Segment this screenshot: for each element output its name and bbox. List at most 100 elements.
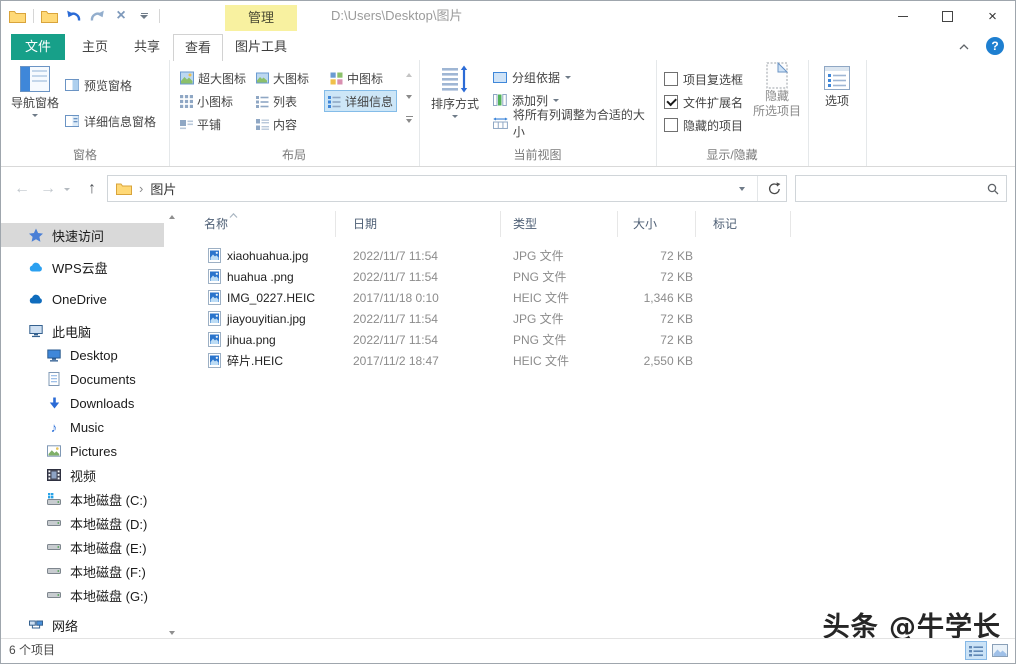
layout-tiles[interactable]: 平铺 <box>177 114 224 134</box>
navigation-pane-button[interactable]: 导航窗格 <box>7 66 63 117</box>
scroll-down-icon[interactable] <box>169 631 175 635</box>
back-arrow-icon[interactable]: ← <box>11 176 33 202</box>
details-pane-button[interactable]: 详细信息窗格 <box>65 112 156 130</box>
sidebar-item-drive-f[interactable]: 本地磁盘 (F:) <box>1 559 164 583</box>
file-row[interactable]: 碎片.HEIC 2017/11/2 18:47 HEIC 文件 2,550 KB <box>179 350 1015 371</box>
file-name-extensions-checkbox[interactable]: 文件扩展名 <box>664 93 743 111</box>
preview-pane-button[interactable]: 预览窗格 <box>65 76 132 94</box>
sidebar-scrollbar[interactable] <box>166 215 178 635</box>
sidebar-item-drive-g[interactable]: 本地磁盘 (G:) <box>1 583 164 607</box>
file-row[interactable]: xiaohuahua.jpg 2022/11/7 11:54 JPG 文件 72… <box>179 245 1015 266</box>
options-button[interactable]: 选项 <box>816 66 858 109</box>
minimize-button[interactable] <box>880 1 925 31</box>
details-pane-icon <box>65 115 79 127</box>
file-row[interactable]: jihua.png 2022/11/7 11:54 PNG 文件 72 KB <box>179 329 1015 350</box>
undo-icon[interactable] <box>65 7 82 25</box>
refresh-icon[interactable] <box>762 182 786 195</box>
sidebar-item-videos[interactable]: 视频 <box>1 463 164 487</box>
close-button[interactable]: × <box>970 1 1015 31</box>
redo-icon[interactable] <box>89 7 106 25</box>
sidebar-item-drive-e[interactable]: 本地磁盘 (E:) <box>1 535 164 559</box>
sidebar-item-onedrive[interactable]: OneDrive <box>1 287 164 311</box>
maximize-icon <box>942 11 953 22</box>
column-header-name[interactable]: 名称 <box>179 211 336 237</box>
file-row[interactable]: jiayouyitian.jpg 2022/11/7 11:54 JPG 文件 … <box>179 308 1015 329</box>
up-arrow-icon[interactable]: ↑ <box>81 176 103 202</box>
sidebar-item-quick-access[interactable]: 快速访问 <box>1 223 164 247</box>
layout-small-icons[interactable]: 小图标 <box>177 91 236 111</box>
window-title-path: D:\Users\Desktop\图片 <box>331 1 462 31</box>
picture-icon <box>47 444 61 458</box>
group-by-button[interactable]: 分组依据 <box>493 68 571 86</box>
scroll-up-icon[interactable] <box>169 215 175 219</box>
sidebar-item-desktop[interactable]: Desktop <box>1 343 164 367</box>
item-check-boxes-checkbox[interactable]: 项目复选框 <box>664 70 743 88</box>
details-view-toggle-icon[interactable] <box>965 641 987 660</box>
layout-option-label: 大图标 <box>273 70 309 87</box>
group-label-panes: 窗格 <box>1 146 169 163</box>
search-icon[interactable] <box>987 183 999 195</box>
search-input[interactable] <box>802 177 980 200</box>
column-header-tags[interactable]: 标记 <box>696 211 791 237</box>
tab-picture-tools[interactable]: 图片工具 <box>225 34 297 60</box>
layout-large-icons[interactable]: 大图标 <box>253 68 312 88</box>
sidebar-item-network[interactable]: 网络 <box>1 613 164 637</box>
layout-more-button[interactable] <box>403 112 415 126</box>
tab-share[interactable]: 共享 <box>123 34 171 60</box>
sidebar-item-wps-cloud[interactable]: WPS云盘 <box>1 255 164 279</box>
address-dropdown-icon[interactable] <box>731 187 753 191</box>
sidebar-item-drive-d[interactable]: 本地磁盘 (D:) <box>1 511 164 535</box>
tiles-icon <box>180 118 193 131</box>
file-row[interactable]: IMG_0227.HEIC 2017/11/18 0:10 HEIC 文件 1,… <box>179 287 1015 308</box>
layout-content[interactable]: 内容 <box>253 114 300 134</box>
layout-details-selected[interactable]: 详细信息 <box>324 90 397 112</box>
layout-scroll-up-button[interactable] <box>403 68 415 82</box>
video-icon <box>47 468 61 482</box>
delete-icon[interactable]: × <box>113 7 129 25</box>
sort-by-button[interactable]: 排序方式 <box>425 65 485 118</box>
group-label-layout: 布局 <box>169 146 419 163</box>
network-icon <box>29 618 43 632</box>
ribbon-group-show-hide: 项目复选框 文件扩展名 隐藏的项目 隐藏 所选项目 显示/隐藏 <box>656 60 809 166</box>
column-header-size[interactable]: 大小 <box>618 211 696 237</box>
qat-customize-icon[interactable] <box>136 7 152 25</box>
breadcrumb-location[interactable]: 图片 <box>150 179 176 198</box>
search-box[interactable] <box>795 175 1007 202</box>
layout-medium-icons[interactable]: 中图标 <box>327 68 386 88</box>
file-size: 2,550 KB <box>618 354 696 368</box>
tab-home[interactable]: 主页 <box>71 34 119 60</box>
details-icon <box>328 95 341 108</box>
size-all-columns-button[interactable]: 将所有列调整为合适的大小 <box>493 114 656 132</box>
file-size: 72 KB <box>618 333 696 347</box>
sidebar-item-drive-c[interactable]: 本地磁盘 (C:) <box>1 487 164 511</box>
sidebar-item-this-pc[interactable]: 此电脑 <box>1 319 164 343</box>
layout-extra-large-icons[interactable]: 超大图标 <box>177 68 249 88</box>
layout-scroll-down-button[interactable] <box>403 90 415 104</box>
thumbnails-view-toggle-icon[interactable] <box>989 641 1011 660</box>
sidebar-item-label: WPS云盘 <box>52 258 108 277</box>
column-header-date[interactable]: 日期 <box>336 211 501 237</box>
tab-file[interactable]: 文件 <box>11 34 65 60</box>
hidden-items-checkbox[interactable]: 隐藏的项目 <box>664 116 743 134</box>
layout-list[interactable]: 列表 <box>253 91 300 111</box>
file-row[interactable]: huahua .png 2022/11/7 11:54 PNG 文件 72 KB <box>179 266 1015 287</box>
help-icon[interactable]: ? <box>986 37 1004 55</box>
column-header-type[interactable]: 类型 <box>501 211 618 237</box>
breadcrumb[interactable]: › 图片 <box>107 175 787 202</box>
sidebar-item-downloads[interactable]: Downloads <box>1 391 164 415</box>
sidebar-item-documents[interactable]: Documents <box>1 367 164 391</box>
maximize-button[interactable] <box>925 1 970 31</box>
separator <box>33 9 34 23</box>
collapse-ribbon-icon[interactable] <box>959 44 969 50</box>
sidebar-item-pictures[interactable]: Pictures <box>1 439 164 463</box>
hide-selected-items-button[interactable]: 隐藏 所选项目 <box>750 62 804 119</box>
file-type: PNG 文件 <box>501 268 618 285</box>
recent-locations-dropdown-icon[interactable] <box>61 176 73 202</box>
tab-view[interactable]: 查看 <box>173 34 223 61</box>
folder-icon[interactable] <box>41 7 58 25</box>
list-icon <box>256 95 269 108</box>
address-bar: ← → ↑ › 图片 <box>1 167 1015 212</box>
sidebar-item-music[interactable]: ♪ Music <box>1 415 164 439</box>
file-type: HEIC 文件 <box>501 289 618 306</box>
forward-arrow-icon[interactable]: → <box>37 176 59 202</box>
